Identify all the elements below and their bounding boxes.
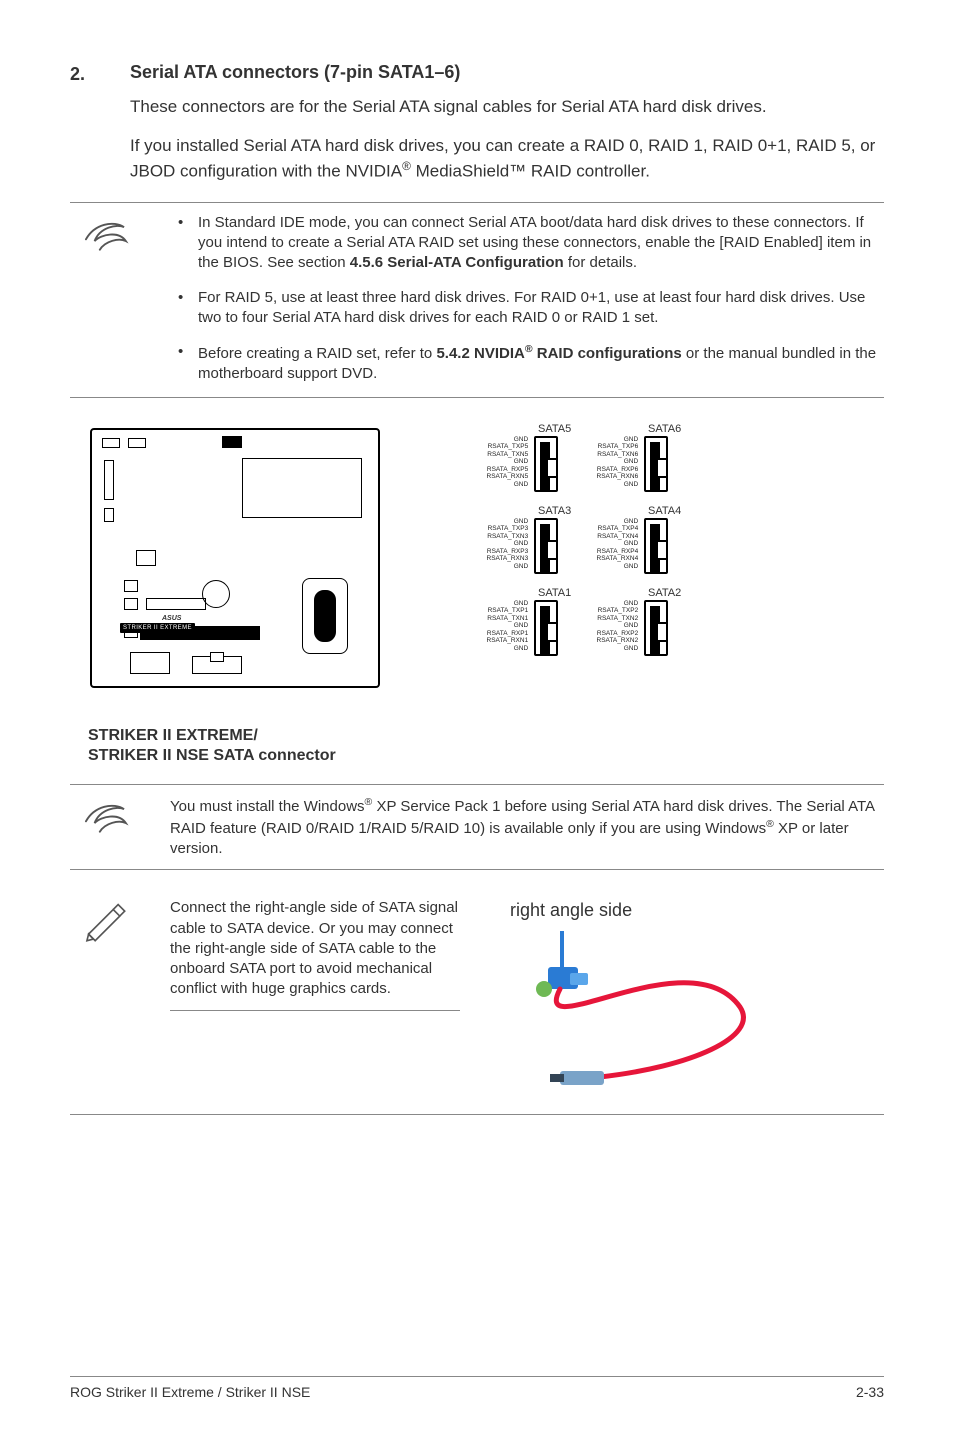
cable-label: right angle side — [510, 898, 884, 922]
reg-mark: ® — [766, 818, 774, 830]
conn-title-l-1: SATA3 — [538, 504, 571, 519]
footer-left: ROG Striker II Extreme / Striker II NSE — [70, 1383, 310, 1402]
cable-illustration: right angle side — [490, 898, 884, 1103]
p2-post: MediaShield™ RAID controller. — [411, 162, 650, 181]
conn-title-l-0: SATA5 — [538, 422, 571, 437]
conn-shape — [644, 600, 668, 656]
conn-shape — [534, 600, 558, 656]
note-icon — [70, 797, 140, 844]
caption-l1: STRIKER II EXTREME/ — [88, 727, 258, 744]
note1-list: In Standard IDE mode, you can connect Se… — [170, 213, 884, 385]
conn-row-1: SATA3 SATA4 GND RSATA_TXP3 RSATA_TXN3 GN… — [430, 506, 710, 588]
reg-mark: ® — [402, 159, 411, 173]
pins-l-0: GND RSATA_TXP5 RSATA_TXN5 GND RSATA_RXP5… — [450, 436, 530, 489]
conn-shape — [644, 518, 668, 574]
note1-item-3: Before creating a RAID set, refer to 5.4… — [170, 342, 884, 385]
n2-pre: You must install the Windows — [170, 798, 365, 815]
n1b1-bold: 4.5.6 Serial-ATA Configuration — [350, 254, 564, 271]
paragraph-2: If you installed Serial ATA hard disk dr… — [130, 135, 884, 184]
board-model-label: STRIKER II EXTREME — [120, 623, 195, 633]
caption-l2: STRIKER II NSE SATA connector — [88, 747, 336, 764]
sata-cable-icon — [490, 927, 770, 1097]
n1b3-pre: Before creating a RAID set, refer to — [198, 345, 436, 362]
paragraph-1: These connectors are for the Serial ATA … — [130, 96, 884, 119]
conn-title-l-2: SATA1 — [538, 586, 571, 601]
pins-l-2: GND RSATA_TXP1 RSATA_TXN1 GND RSATA_RXP1… — [450, 600, 530, 653]
conn-title-r-1: SATA4 — [648, 504, 681, 519]
conn-shape — [644, 436, 668, 492]
tip-text: Connect the right-angle side of SATA sig… — [170, 898, 460, 999]
note-icon — [70, 215, 140, 262]
conn-row-0: SATA5 SATA6 GND RSATA_TXP5 RSATA_TXN5 GN… — [430, 424, 710, 506]
tip-block: Connect the right-angle side of SATA sig… — [70, 888, 884, 1114]
section-title: Serial ATA connectors (7-pin SATA1–6) — [130, 60, 884, 84]
n1b3-bold: 5.4.2 NVIDIA® RAID configurations — [436, 345, 681, 362]
note2-text: You must install the Windows® XP Service… — [170, 795, 884, 860]
motherboard-outline: ASUS — [90, 428, 380, 688]
note-block-2: You must install the Windows® XP Service… — [70, 784, 884, 871]
pins-l-1: GND RSATA_TXP3 RSATA_TXN3 GND RSATA_RXP3… — [450, 518, 530, 571]
diagram-caption: STRIKER II EXTREME/ STRIKER II NSE SATA … — [88, 726, 884, 766]
conn-title-r-2: SATA2 — [648, 586, 681, 601]
pins-r-2: GND RSATA_TXP2 RSATA_TXN2 GND RSATA_RXP2… — [560, 600, 640, 653]
connector-diagram: ASUS STRIKER II EXTREME SATA5 SATA6 GND … — [70, 418, 710, 718]
connector-group: SATA5 SATA6 GND RSATA_TXP5 RSATA_TXN5 GN… — [430, 424, 710, 670]
pins-r-0: GND RSATA_TXP6 RSATA_TXN6 GND RSATA_RXP6… — [560, 436, 640, 489]
n1b3-ba: 5.4.2 NVIDIA — [436, 345, 524, 362]
page-footer: ROG Striker II Extreme / Striker II NSE … — [70, 1376, 884, 1402]
n1b1-post: for details. — [564, 254, 637, 271]
section-number: 2. — [70, 62, 85, 86]
conn-row-2: SATA1 SATA2 GND RSATA_TXP1 RSATA_TXN1 GN… — [430, 588, 710, 670]
pins-r-1: GND RSATA_TXP4 RSATA_TXN4 GND RSATA_RXP4… — [560, 518, 640, 571]
conn-shape — [534, 518, 558, 574]
n1b3-bb: RAID configurations — [533, 345, 682, 362]
conn-shape — [534, 436, 558, 492]
note-block-1: In Standard IDE mode, you can connect Se… — [70, 202, 884, 398]
reg-mark: ® — [525, 343, 533, 355]
note1-item-1: In Standard IDE mode, you can connect Se… — [170, 213, 884, 274]
footer-right: 2-33 — [856, 1383, 884, 1402]
pencil-icon — [70, 898, 140, 951]
note1-item-2: For RAID 5, use at least three hard disk… — [170, 288, 884, 329]
conn-title-r-0: SATA6 — [648, 422, 681, 437]
